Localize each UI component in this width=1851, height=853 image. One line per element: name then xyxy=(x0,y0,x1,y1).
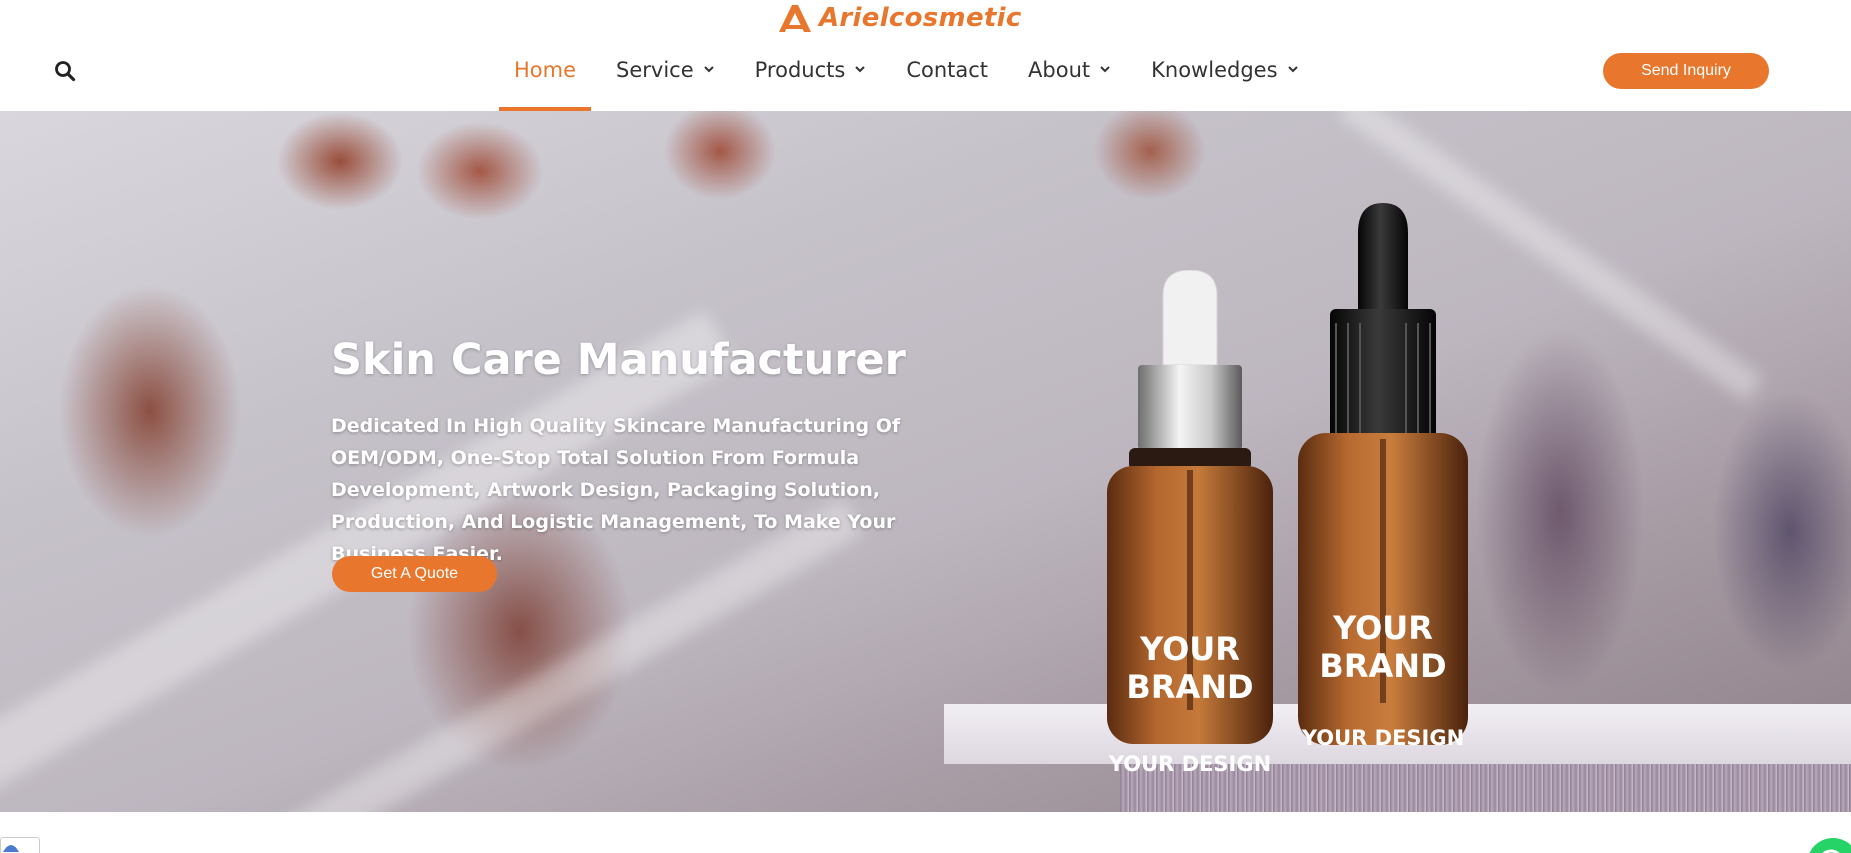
nav-item-label: Knowledges xyxy=(1151,58,1278,82)
chevron-down-icon xyxy=(855,66,866,73)
send-inquiry-button[interactable]: Send Inquiry xyxy=(1603,53,1769,89)
recaptcha-icon xyxy=(3,845,19,852)
search-icon xyxy=(55,61,76,82)
nav-item-products[interactable]: Products xyxy=(740,48,882,111)
main-nav: Home Service Products Contact About Know… xyxy=(499,48,1314,111)
nav-item-label: Contact xyxy=(906,58,989,82)
whatsapp-chat-button[interactable] xyxy=(1807,838,1851,853)
whatsapp-icon xyxy=(1822,849,1840,853)
search-button[interactable] xyxy=(54,60,76,82)
bottle-brand-text: YOUR BRAND xyxy=(1319,609,1447,685)
hero-banner: YOUR BRAND YOUR DESIGN YOUR BRAND YOUR D… xyxy=(0,111,1851,812)
logo-text: Arielcosmetic xyxy=(819,3,1022,33)
nav-item-about[interactable]: About xyxy=(1013,48,1126,111)
nav-item-label: Service xyxy=(616,58,694,82)
chevron-down-icon xyxy=(1100,66,1110,73)
logo-icon xyxy=(779,5,811,32)
chevron-down-icon xyxy=(703,66,714,73)
hero-description: Dedicated In High Quality Skincare Manuf… xyxy=(331,415,901,565)
bottle-brand-text: YOUR BRAND xyxy=(1126,630,1254,706)
page-content-start xyxy=(0,812,1851,853)
recaptcha-badge[interactable] xyxy=(0,837,40,853)
nav-item-service[interactable]: Service xyxy=(601,48,730,111)
nav-item-home[interactable]: Home xyxy=(499,48,592,111)
nav-item-label: About xyxy=(1028,58,1091,82)
nav-item-contact[interactable]: Contact xyxy=(891,48,1003,111)
site-header: Arielcosmetic Home Service Products Cont… xyxy=(0,0,1851,111)
chevron-down-icon xyxy=(1287,66,1298,73)
bottle-design-text: YOUR DESIGN xyxy=(1108,752,1272,776)
bottle-design-text: YOUR DESIGN xyxy=(1301,726,1465,750)
hero-title: Skin Care Manufacturer xyxy=(331,335,906,385)
nav-item-knowledges[interactable]: Knowledges xyxy=(1136,48,1313,111)
get-quote-button[interactable]: Get A Quote xyxy=(332,556,497,592)
site-logo[interactable]: Arielcosmetic xyxy=(777,0,1022,36)
nav-item-label: Products xyxy=(754,58,846,82)
serum-bottle-image: YOUR BRAND YOUR DESIGN xyxy=(1296,203,1470,750)
nav-item-label: Home xyxy=(514,58,577,82)
serum-bottle-image: YOUR BRAND YOUR DESIGN xyxy=(1105,269,1275,776)
